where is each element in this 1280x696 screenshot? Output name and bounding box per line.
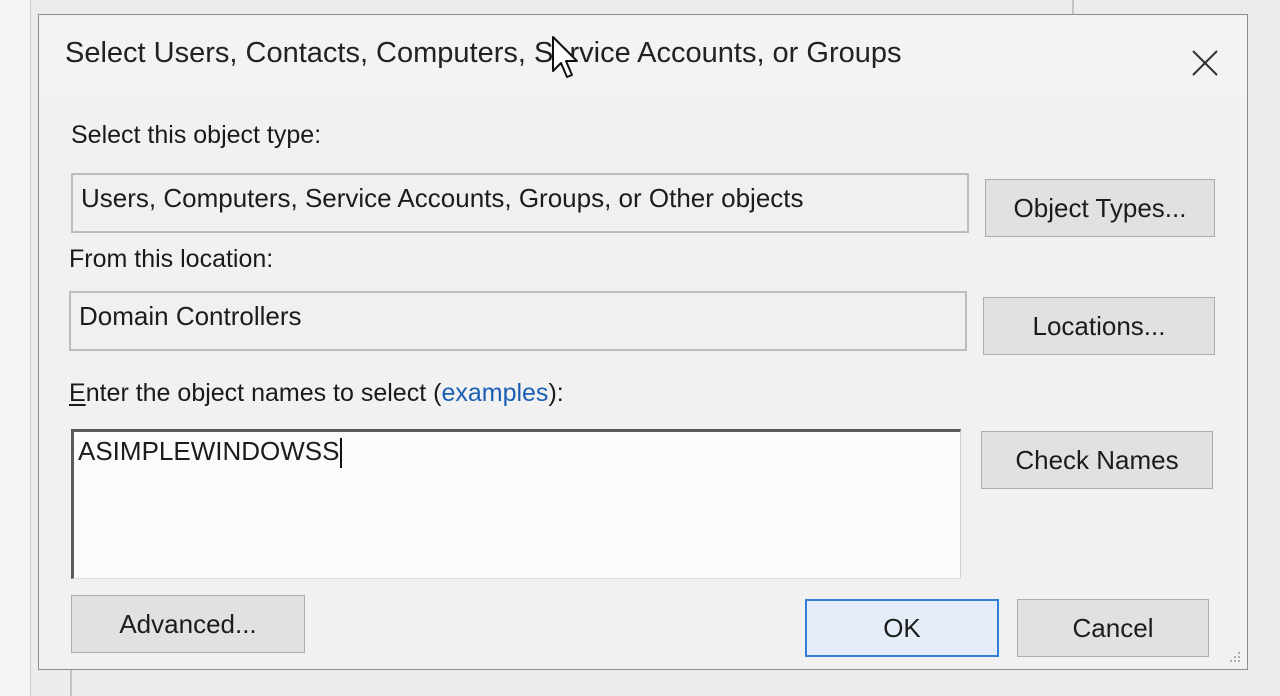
select-objects-dialog: Select Users, Contacts, Computers, Servi… (38, 14, 1248, 670)
close-icon (1192, 50, 1218, 76)
object-types-button[interactable]: Object Types... (985, 179, 1215, 237)
resize-grip-icon[interactable] (1227, 649, 1241, 663)
object-names-label: Enter the object names to select (exampl… (69, 379, 564, 408)
mouse-pointer-icon (552, 36, 578, 78)
check-names-button[interactable]: Check Names (981, 431, 1213, 489)
object-type-field: Users, Computers, Service Accounts, Grou… (71, 173, 969, 233)
object-names-label-text: nter the object names to select ( (85, 379, 442, 407)
locations-button[interactable]: Locations... (983, 297, 1215, 355)
text-caret (340, 438, 343, 469)
close-button[interactable] (1183, 41, 1227, 85)
location-value: Domain Controllers (79, 301, 302, 331)
object-names-input[interactable]: ASIMPLEWINDOWSS (71, 429, 961, 579)
dialog-title: Select Users, Contacts, Computers, Servi… (65, 37, 902, 69)
cancel-button[interactable]: Cancel (1017, 599, 1209, 657)
background-divider (1072, 0, 1074, 14)
dialog-titlebar: Select Users, Contacts, Computers, Servi… (39, 15, 1247, 97)
examples-link[interactable]: examples (441, 379, 548, 407)
location-label: From this location: (69, 245, 274, 273)
object-type-label: Select this object type: (71, 121, 322, 149)
background-window-edge (0, 0, 31, 696)
object-type-value: Users, Computers, Service Accounts, Grou… (81, 183, 804, 213)
object-names-label-suffix: ): (548, 379, 564, 407)
ok-button[interactable]: OK (805, 599, 999, 657)
advanced-button[interactable]: Advanced... (71, 595, 305, 653)
object-names-value: ASIMPLEWINDOWSS (78, 436, 340, 466)
location-field: Domain Controllers (69, 291, 967, 351)
background-divider (70, 670, 72, 696)
object-names-label-accesskey: E (69, 379, 86, 407)
